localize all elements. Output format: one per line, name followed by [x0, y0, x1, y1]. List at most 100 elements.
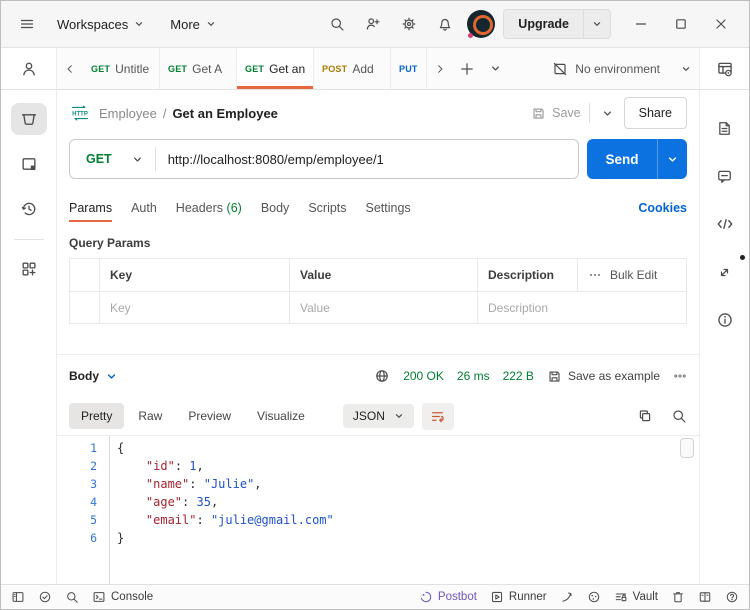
chevron-down-icon: [136, 22, 143, 26]
upgrade-label[interactable]: Upgrade: [504, 10, 583, 38]
workspaces-menu[interactable]: Workspaces: [51, 13, 150, 36]
bulk-edit-link[interactable]: Bulk Edit: [610, 268, 657, 282]
console-button[interactable]: Console: [92, 590, 153, 604]
cookies-icon[interactable]: [587, 590, 601, 604]
info-icon[interactable]: [707, 304, 743, 336]
query-params-title: Query Params: [69, 236, 151, 250]
tab-actions: [453, 48, 509, 89]
headers-count: (6): [226, 201, 242, 215]
runner-button[interactable]: Runner: [490, 590, 547, 604]
new-tab-plus-icon[interactable]: [453, 55, 481, 83]
tab-method: GET: [245, 63, 265, 74]
request-tab[interactable]: POST Add: [314, 48, 391, 89]
scrollbar-thumb[interactable]: [680, 438, 694, 458]
view-tab-pretty[interactable]: Pretty: [69, 403, 125, 429]
tab-options-chevron-icon[interactable]: [481, 55, 509, 83]
share-button[interactable]: Share: [623, 97, 687, 129]
more-dots-icon[interactable]: [588, 268, 602, 282]
comments-icon[interactable]: [707, 160, 743, 192]
copy-icon[interactable]: [637, 408, 653, 424]
tab-body[interactable]: Body: [261, 201, 290, 215]
network-globe-icon[interactable]: [374, 368, 390, 384]
tab-scroll-left-icon[interactable]: [57, 48, 83, 89]
collections-icon[interactable]: [10, 103, 47, 135]
tab-headers[interactable]: Headers (6): [176, 201, 242, 215]
code-line: "name": "Julie",: [145, 477, 262, 491]
line-number: 4: [90, 495, 97, 509]
upgrade-caret[interactable]: [583, 10, 610, 38]
response-size[interactable]: 222 B: [503, 369, 534, 383]
postbot-button[interactable]: Postbot: [419, 590, 477, 604]
environments-icon[interactable]: [11, 148, 47, 180]
status-check-icon[interactable]: [38, 590, 52, 604]
request-tab-active[interactable]: GET Get an: [237, 48, 314, 89]
chevron-down-icon: [207, 22, 215, 26]
url-input[interactable]: http://localhost:8080/emp/employee/1: [156, 152, 384, 167]
send-options-caret[interactable]: [657, 139, 687, 179]
tab-settings[interactable]: Settings: [366, 201, 411, 215]
apps-add-icon[interactable]: [11, 253, 47, 285]
description-input[interactable]: Description: [478, 292, 578, 323]
workspaces-label: Workspaces: [57, 16, 129, 32]
wrap-lines-button[interactable]: [421, 402, 454, 430]
view-tab-preview[interactable]: Preview: [176, 403, 243, 429]
tab-auth[interactable]: Auth: [131, 201, 157, 215]
help-icon[interactable]: [725, 590, 739, 604]
notification-dot: [739, 255, 745, 260]
save-as-example-button[interactable]: Save as example: [547, 369, 660, 384]
more-menu[interactable]: More: [164, 13, 222, 36]
save-options-chevron-icon[interactable]: [598, 99, 618, 127]
toggle-sidebar-icon[interactable]: [11, 590, 25, 604]
format-dropdown[interactable]: JSON: [342, 404, 414, 428]
value-input[interactable]: Value: [290, 292, 478, 323]
status-badge[interactable]: 200 OK: [403, 369, 444, 383]
select-all-cell[interactable]: [70, 259, 100, 291]
maximize-icon[interactable]: [665, 10, 697, 38]
tab-params[interactable]: Params: [69, 201, 113, 222]
send-label[interactable]: Send: [587, 139, 657, 179]
history-icon[interactable]: [11, 193, 47, 225]
invite-user-icon[interactable]: [359, 10, 387, 38]
avatar[interactable]: [467, 10, 496, 38]
vault-button[interactable]: Vault: [614, 590, 658, 604]
minimize-icon[interactable]: [625, 10, 657, 38]
capture-requests-icon[interactable]: [560, 590, 574, 604]
request-tab[interactable]: PUT: [391, 48, 427, 89]
method-selector[interactable]: GET: [70, 152, 155, 166]
tab-scroll-right-icon[interactable]: [427, 48, 453, 89]
breadcrumb-request-name[interactable]: Get an Employee: [172, 106, 277, 121]
response-time[interactable]: 26 ms: [457, 369, 490, 383]
close-icon[interactable]: [705, 10, 737, 38]
row-checkbox-cell[interactable]: [70, 292, 100, 323]
chevron-down-icon: [107, 373, 116, 379]
tab-method: GET: [168, 63, 188, 74]
view-tab-visualize[interactable]: Visualize: [245, 403, 317, 429]
search-icon[interactable]: [323, 10, 351, 38]
breadcrumb-collection[interactable]: Employee: [99, 106, 157, 121]
save-button[interactable]: Save: [531, 106, 581, 121]
view-tab-raw[interactable]: Raw: [126, 403, 174, 429]
find-icon[interactable]: [65, 590, 79, 604]
split-pane-icon[interactable]: [698, 590, 712, 604]
tab-scripts[interactable]: Scripts: [308, 201, 346, 215]
hamburger-menu-icon[interactable]: [13, 10, 41, 38]
code-line: }: [117, 531, 125, 545]
notifications-bell-icon[interactable]: [431, 10, 459, 38]
settings-gear-icon[interactable]: [395, 10, 423, 38]
search-response-icon[interactable]: [671, 408, 687, 424]
trash-icon[interactable]: [671, 590, 685, 604]
related-requests-icon[interactable]: [707, 255, 745, 288]
account-person-icon[interactable]: [1, 48, 56, 90]
response-code-editor[interactable]: 1 2 3 4 5 6 { "id": 1, "name": "Julie", "age"…: [57, 435, 699, 584]
code-snippet-icon[interactable]: [707, 208, 743, 240]
key-input[interactable]: Key: [100, 292, 290, 323]
response-body-selector[interactable]: Body: [69, 369, 117, 383]
request-tab[interactable]: GET Get A: [160, 48, 237, 89]
environment-selector[interactable]: No environment: [552, 48, 699, 89]
documentation-icon[interactable]: [707, 112, 743, 144]
cookies-link[interactable]: Cookies: [638, 201, 687, 215]
environment-quicklook-icon[interactable]: [700, 48, 749, 90]
response-toolbar: Pretty Raw Preview Visualize JSON: [57, 397, 699, 435]
request-tab[interactable]: GET Untitle: [83, 48, 160, 89]
response-more-dots-icon[interactable]: [673, 369, 687, 383]
